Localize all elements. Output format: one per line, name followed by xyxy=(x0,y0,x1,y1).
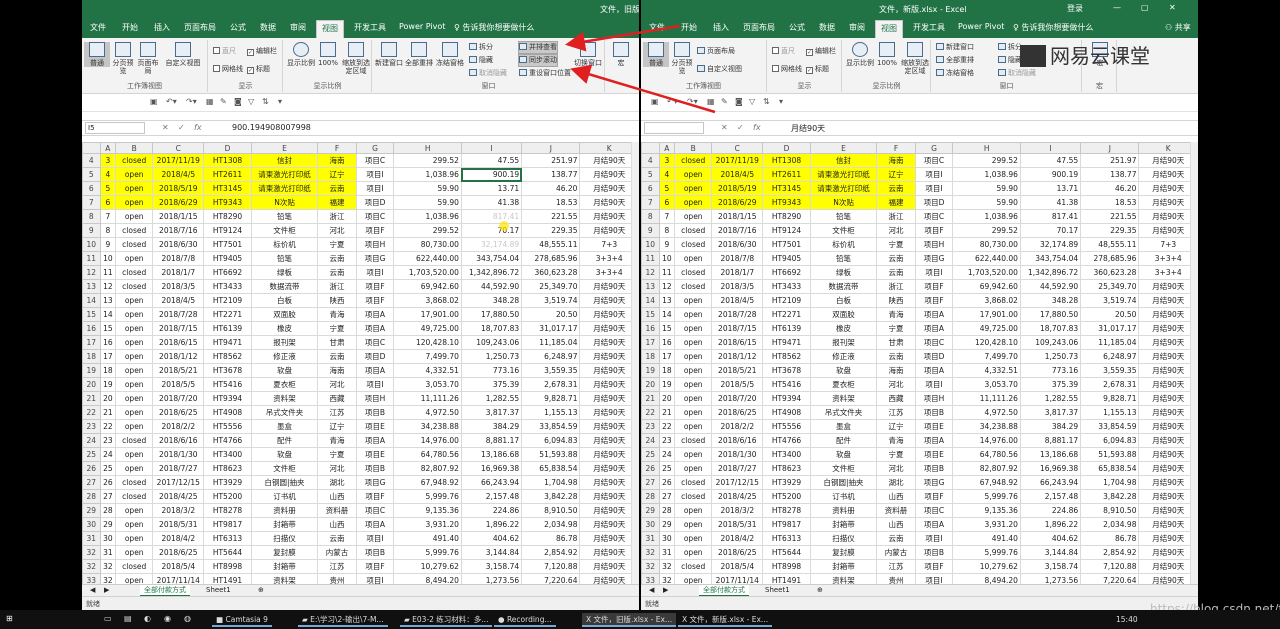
taskbar-e03[interactable]: ▰ E03-2 练习材料：多... xyxy=(400,613,493,627)
taskbar-new-excel[interactable]: X 文件，新版.xlsx - Ex... xyxy=(678,613,773,627)
taskbar-old-label: 文件，旧版.xlsx - Ex... xyxy=(593,615,673,624)
app-icon[interactable]: ◍ xyxy=(184,614,195,625)
file-explorer-icon[interactable]: ▤ xyxy=(124,614,135,625)
taskbar-explorer[interactable]: ▰ E:\学习\2-输出\7-M... xyxy=(298,613,388,627)
taskbar-explorer-label: E:\学习\2-输出\7-M... xyxy=(310,615,384,624)
chrome-icon[interactable]: ◉ xyxy=(164,614,175,625)
arrow-side-by-side xyxy=(565,24,681,52)
windows-start-icon[interactable]: ⊞ xyxy=(6,614,17,625)
taskbar-recording-label: Recording... xyxy=(506,615,552,624)
taskbar-recording[interactable]: ● Recording... xyxy=(494,613,556,627)
edge-icon[interactable]: ◐ xyxy=(144,614,155,625)
excel-icon: X xyxy=(682,615,690,624)
taskbar-camtasia[interactable]: ■ Camtasia 9 xyxy=(212,613,272,627)
folder-icon: ▰ xyxy=(302,615,311,624)
clock[interactable]: 15:40 xyxy=(1112,613,1142,627)
taskbar-old-excel[interactable]: X 文件，旧版.xlsx - Ex... xyxy=(582,613,677,627)
file-icon: ▰ xyxy=(404,615,413,624)
annotation-arrows xyxy=(565,24,716,114)
taskbar-e03-label: E03-2 练习材料：多... xyxy=(412,615,489,624)
windows-taskbar: ⊞ ▭ ▤ ◐ ◉ ◍ ■ Camtasia 9 ▰ E:\学习\2-输出\7-… xyxy=(0,610,1280,629)
taskbar-new-label: 文件，新版.xlsx - Ex... xyxy=(689,615,769,624)
task-view-icon[interactable]: ▭ xyxy=(104,614,115,625)
taskbar-camtasia-label: Camtasia 9 xyxy=(225,615,268,624)
excel-icon: X xyxy=(586,615,594,624)
record-icon: ● xyxy=(498,615,507,624)
arrow-sync-scroll xyxy=(570,64,716,114)
